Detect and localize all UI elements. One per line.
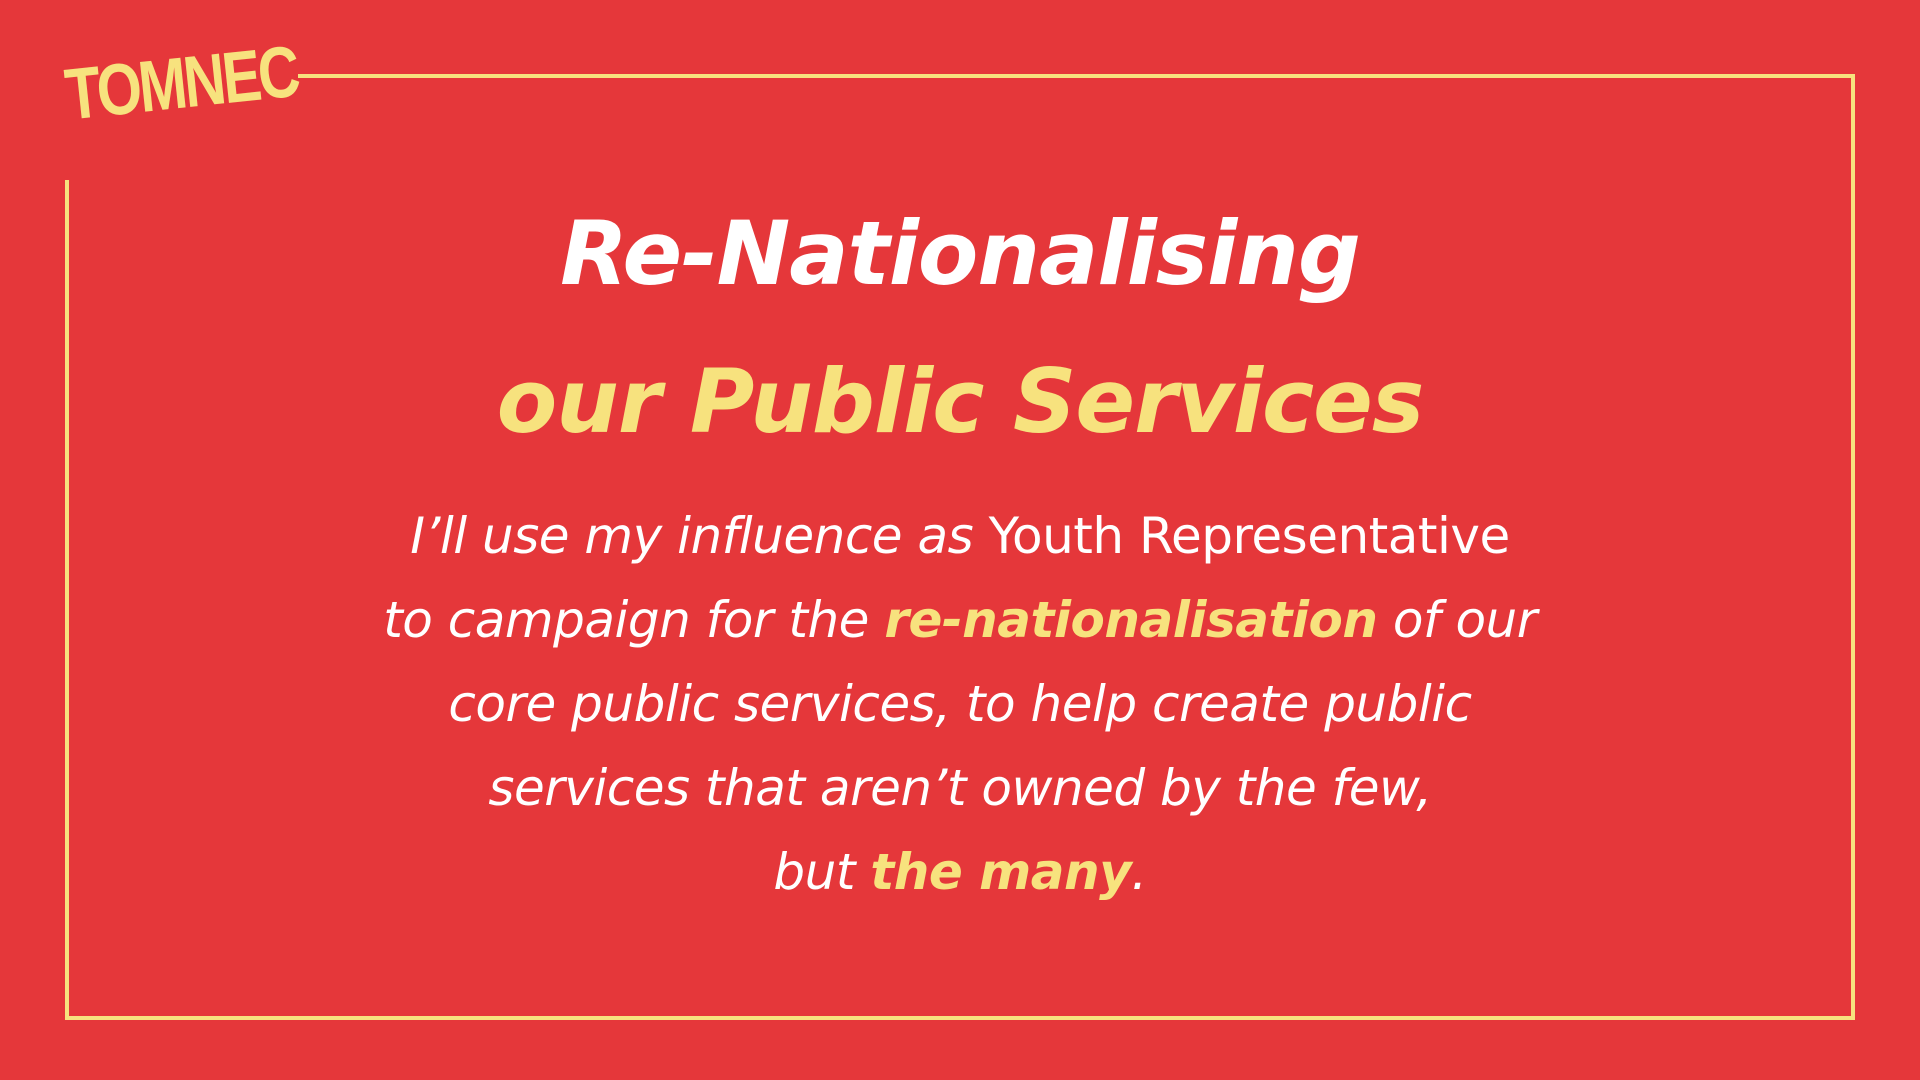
paragraph-line-4: services that aren’t owned by the few, [488,759,1432,817]
closing-period: . [1131,843,1147,901]
frame-border-top [298,74,1855,78]
tomnec-logo: TOMNEC [61,30,301,136]
paragraph-line-1: I’ll use my influence as Youth Represent… [160,494,1760,578]
of-our-phrase: of our [1392,591,1537,649]
paragraph-line-3: core public services, to help create pub… [448,675,1472,733]
headline: Re-Nationalising our Public Services [0,180,1920,476]
frame-border-bottom [65,1016,1855,1020]
as-word: as [917,507,974,565]
influence-phrase: I’ll use my influence [410,507,903,565]
paragraph-line-2: to campaign for the re-nationalisation o… [160,578,1760,662]
renationalisation-highlight: re-nationalisation [884,591,1378,649]
pledge-paragraph: I’ll use my influence as Youth Represent… [160,494,1760,914]
but-word: but [773,843,855,901]
campaign-phrase: to campaign for the [383,591,869,649]
the-many-highlight: the many [870,843,1132,901]
role-title: Youth Representative [988,507,1511,565]
headline-line-2: our Public Services [496,350,1424,453]
headline-line-1: Re-Nationalising [560,202,1361,305]
paragraph-line-5: but the many. [160,830,1760,914]
